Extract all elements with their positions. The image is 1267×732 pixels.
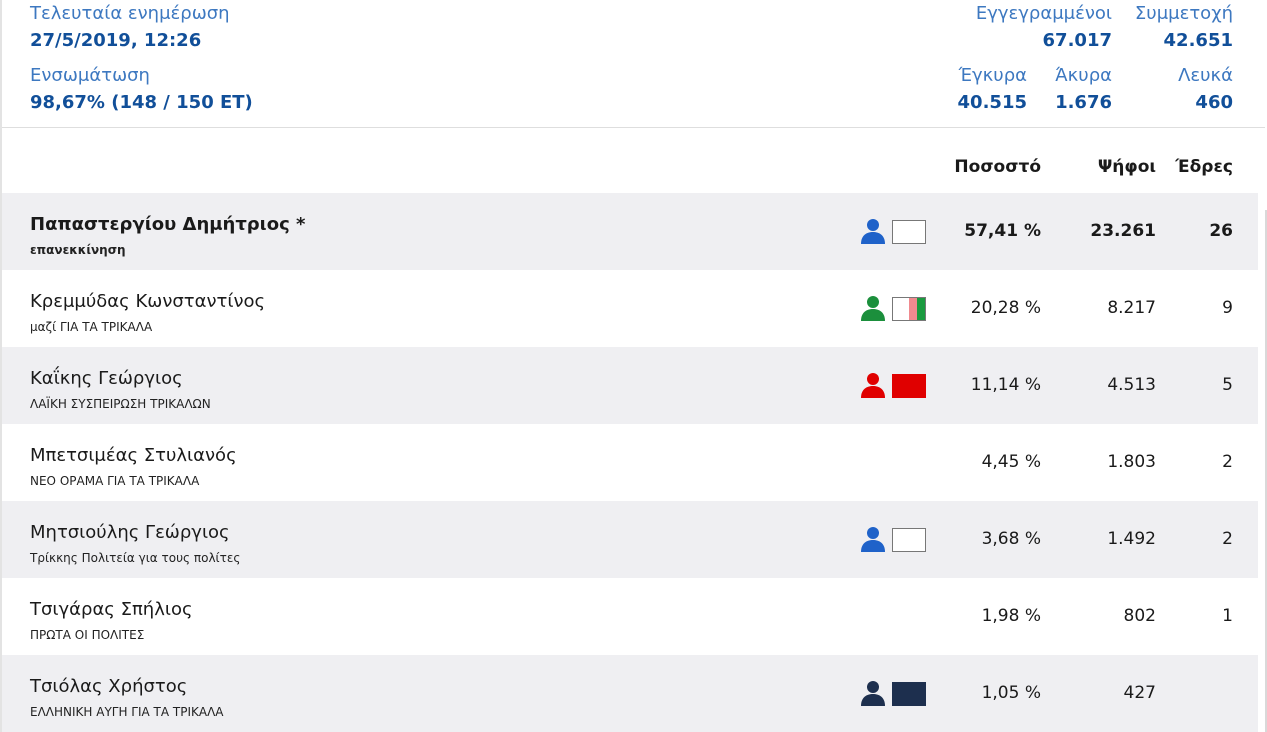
person-head [867, 527, 879, 539]
seat-count: 2 [1222, 452, 1233, 472]
valid-block: Έγκυρα 40.515 [940, 65, 1027, 114]
last-update-value: 27/5/2019, 12:26 [30, 30, 202, 51]
result-row[interactable]: Μπετσιμέας Στυλιανός ΝΕΟ ΟΡΑΜΑ ΓΙΑ ΤΑ ΤΡ… [2, 424, 1258, 501]
seat-count: 2 [1222, 529, 1233, 549]
vote-count: 8.217 [1107, 298, 1156, 318]
vote-percentage: 11,14 % [970, 375, 1041, 395]
last-update-block: Τελευταία ενημέρωση 27/5/2019, 12:26 [30, 3, 230, 52]
invalid-value: 1.676 [1055, 92, 1112, 113]
vote-percentage: 57,41 % [964, 221, 1041, 241]
party-name: ΝΕΟ ΟΡΑΜΑ ΓΙΑ ΤΑ ΤΡΙΚΑΛΑ [30, 474, 200, 488]
person-body [861, 386, 885, 398]
registered-value: 67.017 [1042, 30, 1112, 51]
vote-percentage: 1,05 % [981, 683, 1041, 703]
last-update-label: Τελευταία ενημέρωση [30, 3, 230, 24]
column-header-percent[interactable]: Ποσοστό [900, 157, 1041, 177]
candidate-person-icon [861, 373, 885, 398]
candidate-person-icon [861, 296, 885, 321]
candidate-name: Παπαστεργίου Δημήτριος * [30, 214, 306, 235]
result-row[interactable]: Τσιγάρας Σπήλιος ΠΡΩΤΑ ΟΙ ΠΟΛΙΤΕΣ 1,98 %… [2, 578, 1258, 655]
seat-count: 9 [1222, 298, 1233, 318]
party-name: επανεκκίνηση [30, 243, 126, 257]
result-row[interactable]: Μητσιούλης Γεώργιος Τρίκκης Πολιτεία για… [2, 501, 1258, 578]
vote-count: 4.513 [1107, 375, 1156, 395]
registered-label: Εγγεγραμμένοι [975, 3, 1112, 24]
candidate-name: Κρεμμύδας Κωνσταντίνος [30, 291, 266, 312]
person-head [867, 373, 879, 385]
vote-percentage: 4,45 % [981, 452, 1041, 472]
result-row[interactable]: Παπαστεργίου Δημήτριος * επανεκκίνηση 57… [2, 193, 1258, 270]
candidate-person-icon [861, 219, 885, 244]
integration-block: Ενσωμάτωση 98,67% (148 / 150 ΕΤ) [30, 65, 253, 114]
candidate-name: Καΐκης Γεώργιος [30, 368, 183, 389]
vote-count: 427 [1123, 683, 1156, 703]
person-body [861, 309, 885, 321]
blank-block: Λευκά 460 [1150, 65, 1233, 114]
person-head [867, 219, 879, 231]
party-name: ΠΡΩΤΑ ΟΙ ΠΟΛΙΤΕΣ [30, 628, 145, 642]
column-header-seats[interactable]: Έδρες [1160, 157, 1233, 177]
candidate-name: Τσιγάρας Σπήλιος [30, 599, 193, 620]
candidate-person-icon [861, 527, 885, 552]
candidate-name: Μητσιούλης Γεώργιος [30, 522, 230, 543]
valid-label: Έγκυρα [958, 65, 1027, 86]
blank-label: Λευκά [1178, 65, 1233, 86]
vote-count: 1.492 [1107, 529, 1156, 549]
party-name: μαζί ΓΙΑ ΤΑ ΤΡΙΚΑΛΑ [30, 320, 153, 334]
party-name: ΛΑΪΚΗ ΣΥΣΠΕΙΡΩΣΗ ΤΡΙΚΑΛΩΝ [30, 397, 211, 411]
invalid-block: Άκυρα 1.676 [1040, 65, 1112, 114]
seat-count: 1 [1222, 606, 1233, 626]
turnout-block: Συμμετοχή 42.651 [1120, 3, 1233, 52]
vote-percentage: 1,98 % [981, 606, 1041, 626]
turnout-value: 42.651 [1163, 30, 1233, 51]
result-row[interactable]: Κρεμμύδας Κωνσταντίνος μαζί ΓΙΑ ΤΑ ΤΡΙΚΑ… [2, 270, 1258, 347]
blank-value: 460 [1195, 92, 1233, 113]
turnout-label: Συμμετοχή [1134, 3, 1233, 24]
seat-count: 26 [1209, 221, 1233, 241]
candidate-name: Τσιόλας Χρήστος [30, 676, 188, 697]
person-head [867, 681, 879, 693]
seat-count: 5 [1222, 375, 1233, 395]
person-body [861, 540, 885, 552]
header-divider [2, 127, 1265, 128]
column-header-votes[interactable]: Ψήφοι [1040, 157, 1156, 177]
party-name: Τρίκκης Πολιτεία για τους πολίτες [30, 551, 241, 565]
result-row[interactable]: Καΐκης Γεώργιος ΛΑΪΚΗ ΣΥΣΠΕΙΡΩΣΗ ΤΡΙΚΑΛΩ… [2, 347, 1258, 424]
integration-label: Ενσωμάτωση [30, 65, 150, 86]
person-head [867, 296, 879, 308]
valid-value: 40.515 [957, 92, 1027, 113]
registered-block: Εγγεγραμμένοι 67.017 [960, 3, 1112, 52]
vote-count: 802 [1123, 606, 1156, 626]
candidate-person-icon [861, 681, 885, 706]
integration-value: 98,67% (148 / 150 ΕΤ) [30, 92, 253, 113]
candidate-name: Μπετσιμέας Στυλιανός [30, 445, 237, 466]
vote-count: 23.261 [1090, 221, 1156, 241]
vote-percentage: 20,28 % [970, 298, 1041, 318]
party-name: ΕΛΛΗΝΙΚΗ ΑΥΓΗ ΓΙΑ ΤΑ ΤΡΙΚΑΛΑ [30, 705, 224, 719]
vote-percentage: 3,68 % [981, 529, 1041, 549]
vote-count: 1.803 [1107, 452, 1156, 472]
person-body [861, 232, 885, 244]
result-row[interactable]: Τσιόλας Χρήστος ΕΛΛΗΝΙΚΗ ΑΥΓΗ ΓΙΑ ΤΑ ΤΡΙ… [2, 655, 1258, 732]
person-body [861, 694, 885, 706]
invalid-label: Άκυρα [1055, 65, 1112, 86]
